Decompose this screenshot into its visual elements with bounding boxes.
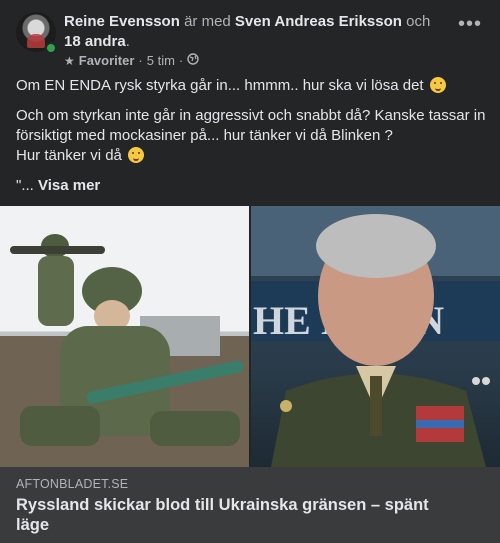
facebook-post: Reine Evensson är med Sven Andreas Eriks… <box>0 0 500 543</box>
author-name[interactable]: Reine Evensson <box>64 13 180 30</box>
timestamp[interactable]: 5 tim <box>147 53 175 68</box>
general-portrait-image[interactable]: HE P GON <box>251 206 500 467</box>
meta-dot: · <box>138 53 143 68</box>
globe-icon <box>187 53 199 68</box>
others-link[interactable]: 18 andra <box>64 33 126 50</box>
post-author-line: Reine Evensson är med Sven Andreas Eriks… <box>64 12 444 52</box>
thinking-emoji-icon <box>429 77 446 93</box>
see-more-link[interactable]: Visa mer <box>38 177 100 194</box>
post-images[interactable]: HE P GON <box>0 206 500 467</box>
period: . <box>125 33 130 50</box>
post-line: Och om styrkan inte går in aggressivt oc… <box>16 107 486 164</box>
post-meta: ★ Favoriter · 5 tim · <box>64 53 199 68</box>
more-options-button[interactable]: ••• <box>456 14 484 38</box>
audience-label: Favoriter <box>78 53 135 68</box>
link-preview[interactable]: AFTONBLADET.SE Ryssland skickar blod til… <box>0 467 500 543</box>
post-body: Om EN ENDA rysk styrka går in... hmmm.. … <box>16 76 486 206</box>
online-status-indicator <box>45 42 57 54</box>
post-header: Reine Evensson är med Sven Andreas Eriks… <box>16 12 484 72</box>
winking-emoji-icon <box>128 147 145 163</box>
meta-dot: · <box>178 53 184 68</box>
link-domain: AFTONBLADET.SE <box>16 477 129 491</box>
with-text: är med <box>184 13 231 30</box>
link-headline[interactable]: Ryssland skickar blod till Ukrainska grä… <box>16 495 456 535</box>
post-line: Om EN ENDA rysk styrka går in... hmmm.. … <box>16 76 486 96</box>
tagged-person[interactable]: Sven Andreas Eriksson <box>235 13 402 30</box>
star-icon: ★ <box>64 53 75 68</box>
soldiers-image[interactable] <box>0 206 249 467</box>
post-line: "... Visa mer <box>16 177 101 194</box>
and-text: och <box>406 13 431 30</box>
